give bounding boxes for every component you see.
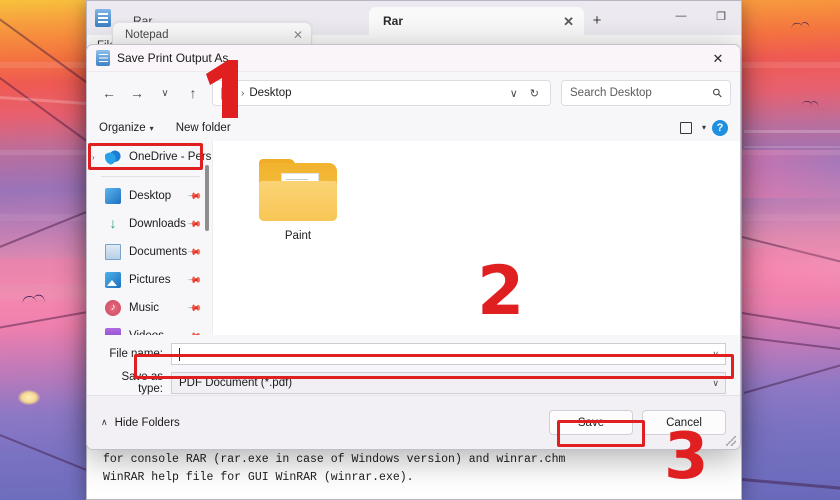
downloads-icon [105, 216, 121, 232]
help-icon[interactable]: ? [712, 119, 728, 136]
notepad-inner-tab-label: Notepad [125, 29, 169, 41]
filename-label: File name: [109, 348, 163, 360]
chevron-up-icon: ∧ [101, 417, 108, 427]
hide-folders-button[interactable]: ∧ Hide Folders [101, 417, 180, 429]
savetype-label: Save as type: [121, 371, 163, 395]
new-folder-button[interactable]: New folder [176, 122, 231, 134]
chevron-down-icon: ▾ [149, 123, 154, 133]
bird-icon [791, 22, 803, 29]
organize-button[interactable]: Organize ▾ [99, 122, 154, 134]
breadcrumb-current[interactable]: Desktop [249, 87, 291, 99]
refresh-icon[interactable]: ↻ [525, 87, 544, 100]
notepad-document-text: for console RAR (rar.exe in case of Wind… [103, 453, 566, 484]
onedrive-icon [105, 149, 121, 165]
list-item[interactable]: Paint [243, 159, 353, 242]
chevron-down-icon[interactable]: ▾ [702, 123, 706, 132]
dialog-content: › OneDrive - Pers Desktop 📌 Downloads 📌 … [87, 141, 740, 357]
pin-icon[interactable]: 📌 [187, 188, 202, 204]
chevron-down-icon[interactable]: ∨ [712, 378, 719, 389]
filename-row: File name: ∨ [101, 343, 726, 365]
file-list[interactable]: Paint [212, 141, 740, 357]
sidebar-divider [101, 176, 200, 177]
pictures-icon [105, 272, 121, 288]
navigation-pane[interactable]: › OneDrive - Pers Desktop 📌 Downloads 📌 … [87, 141, 212, 357]
wallpaper-streak [743, 361, 840, 394]
wallpaper-streak [744, 130, 840, 133]
savetype-select[interactable]: PDF Document (*.pdf) ∨ [171, 372, 726, 394]
pin-icon[interactable]: 📌 [187, 244, 202, 260]
sidebar-item-desktop-label: Desktop [129, 190, 172, 202]
dialog-form: File name: ∨ Save as type: PDF Document … [87, 335, 740, 395]
search-placeholder: Search Desktop [570, 87, 652, 99]
notepad-app-icon [95, 9, 111, 27]
dialog-footer: ∧ Hide Folders Save Cancel [87, 395, 740, 449]
pin-icon[interactable]: 📌 [187, 300, 202, 316]
pin-icon[interactable]: 📌 [187, 272, 202, 288]
annotation-number-1 [206, 60, 238, 118]
wallpaper-streak [0, 96, 90, 106]
notepad-inner-tab-close-icon[interactable]: ✕ [293, 28, 303, 42]
documents-icon [105, 244, 121, 260]
cancel-button[interactable]: Cancel [642, 410, 726, 435]
chevron-down-icon[interactable]: ∨ [505, 87, 523, 100]
sidebar-scrollbar[interactable] [205, 165, 209, 231]
save-button[interactable]: Save [549, 410, 633, 435]
lamp-glow [18, 390, 40, 405]
sidebar-item-documents-label: Documents [129, 246, 188, 258]
resize-grip[interactable] [726, 436, 736, 446]
sidebar-item-pictures[interactable]: Pictures 📌 [87, 266, 212, 294]
sidebar-item-onedrive-label: OneDrive - Pers [129, 151, 212, 163]
wallpaper-streak [744, 146, 840, 148]
desktop-icon [105, 188, 121, 204]
notepad-document-icon [96, 50, 110, 66]
sidebar-item-music-label: Music [129, 302, 160, 314]
breadcrumb[interactable]: › Desktop ∨ ↻ [212, 80, 551, 106]
bird-icon [801, 100, 813, 107]
command-bar-right: ▾ ? [679, 119, 728, 136]
wallpaper-streak [741, 478, 840, 492]
filename-input[interactable]: ∨ [171, 343, 726, 365]
dialog-close-button[interactable]: ✕ [696, 45, 740, 72]
dialog-command-bar: Organize ▾ New folder ▾ ? [87, 114, 740, 141]
breadcrumb-actions: ∨ ↻ [505, 87, 544, 100]
savetype-row: Save as type: PDF Document (*.pdf) ∨ [101, 371, 726, 395]
back-button[interactable]: ← [96, 80, 122, 106]
sidebar-item-pictures-label: Pictures [129, 274, 171, 286]
search-input[interactable]: Search Desktop ⚲ [561, 80, 731, 106]
organize-label: Organize [99, 121, 146, 134]
text-cursor [179, 347, 180, 361]
notepad-window-controls: — ❐ [661, 1, 741, 31]
sidebar-item-downloads[interactable]: Downloads 📌 [87, 210, 212, 238]
hide-folders-label: Hide Folders [114, 416, 180, 429]
chevron-down-icon[interactable]: ∨ [712, 349, 719, 360]
wallpaper-band [742, 248, 840, 288]
sidebar-item-desktop[interactable]: Desktop 📌 [87, 182, 212, 210]
music-icon [105, 300, 121, 316]
sidebar-item-downloads-label: Downloads [129, 218, 186, 230]
save-print-output-dialog: Save Print Output As ✕ ← → ∨ ↑ › Desktop… [86, 44, 741, 450]
dialog-titlebar: Save Print Output As ✕ [87, 45, 740, 72]
dialog-address-bar: ← → ∨ ↑ › Desktop ∨ ↻ Search Desktop ⚲ [87, 72, 740, 114]
wallpaper-streak [741, 336, 840, 353]
forward-button[interactable]: → [124, 80, 150, 106]
search-icon: ⚲ [709, 84, 726, 102]
sidebar-item-music[interactable]: Music 📌 [87, 294, 212, 322]
notepad-new-tab-button[interactable]: + [584, 7, 610, 33]
recent-locations-button[interactable]: ∨ [152, 80, 178, 106]
minimize-button[interactable]: — [661, 1, 701, 31]
maximize-button[interactable]: ❐ [701, 1, 741, 31]
notepad-tab-2-close-icon[interactable]: ✕ [563, 15, 574, 28]
chevron-right-icon[interactable]: › [92, 153, 95, 162]
pin-icon[interactable]: 📌 [187, 216, 202, 232]
notepad-tab-2-label: Rar [383, 14, 404, 28]
view-layout-icon[interactable] [679, 121, 692, 134]
notepad-tab-2[interactable]: Rar ✕ [369, 7, 584, 35]
savetype-value: PDF Document (*.pdf) [179, 377, 293, 389]
sidebar-item-documents[interactable]: Documents 📌 [87, 238, 212, 266]
list-item-label: Paint [284, 230, 312, 242]
folder-icon [259, 159, 337, 221]
wallpaper-band [742, 150, 840, 198]
dialog-buttons: Save Cancel [549, 410, 726, 435]
sidebar-item-onedrive[interactable]: › OneDrive - Pers [87, 143, 212, 171]
